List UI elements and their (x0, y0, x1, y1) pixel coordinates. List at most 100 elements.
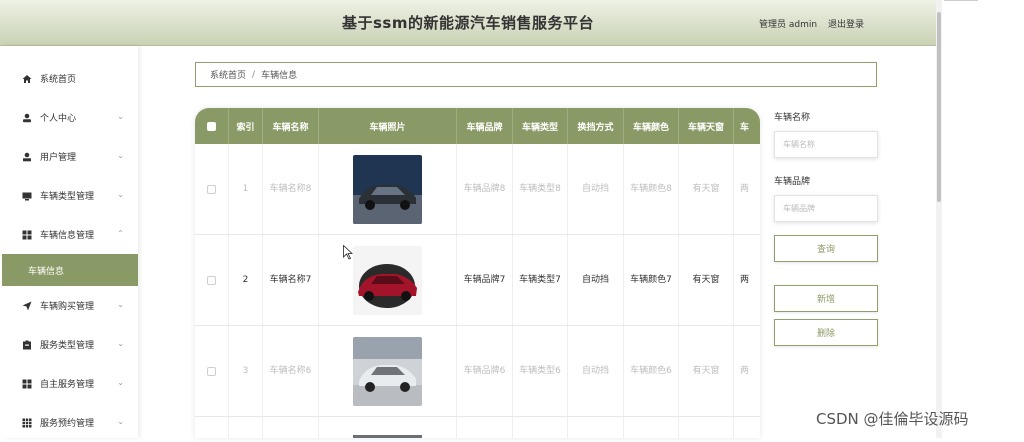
table-row[interactable]: 2 车辆名称7 车辆品牌7 车辆类型7 自动挡 车辆颜色7 有天窗 两 (195, 235, 760, 326)
extra-cell: 两 (734, 144, 760, 234)
logout-link[interactable]: 退出登录 (828, 20, 864, 30)
vehicle-photo[interactable] (353, 154, 422, 224)
table-header: 索引 车辆名称 车辆照片 车辆品牌 车辆类型 换挡方式 车辆颜色 车辆天窗 车 (195, 108, 760, 144)
sidebar-subitem-vehicle-info[interactable]: 车辆信息 (2, 254, 138, 286)
name-cell: 车辆名称6 (263, 326, 319, 416)
clipboard-icon (22, 340, 32, 350)
sidebar-item-label: 系统首页 (40, 75, 77, 85)
sidebar-item-service-type[interactable]: 服务类型管理 ⌄ (2, 325, 138, 364)
color-cell: 车辆颜色6 (624, 326, 679, 416)
query-button[interactable]: 查询 (774, 235, 878, 262)
breadcrumb-current: 车辆信息 (261, 71, 298, 81)
sidebar-item-vehicle-type[interactable]: 车辆类型管理 ⌄ (2, 176, 138, 215)
row-checkbox[interactable] (207, 275, 216, 285)
delete-button[interactable]: 删除 (774, 319, 878, 346)
color-cell: 车辆颜色8 (624, 144, 679, 234)
sidebar-item-profile[interactable]: 个人中心 ⌄ (2, 98, 138, 137)
index-cell (229, 417, 263, 438)
gear-cell: 自动挡 (568, 144, 624, 234)
breadcrumb-home[interactable]: 系统首页 (210, 68, 246, 81)
chevron-down-icon: ⌄ (117, 417, 124, 426)
photo-cell (319, 326, 457, 416)
chevron-down-icon: ⌄ (117, 378, 124, 387)
vehicle-brand-label: 车辆品牌 (774, 177, 811, 187)
sunroof-cell (679, 417, 734, 438)
chevron-down-icon: ⌄ (117, 190, 124, 199)
sidebar-item-vehicle-info[interactable]: 车辆信息管理 ⌃ (2, 215, 138, 254)
brand-cell (457, 417, 513, 438)
gear-cell (568, 417, 624, 438)
sidebar-item-label: 车辆购买管理 (40, 302, 95, 312)
select-all-checkbox[interactable] (207, 121, 216, 131)
divider (944, 0, 978, 1)
row-checkbox[interactable] (207, 366, 216, 376)
sidebar-item-home[interactable]: 系统首页 (2, 59, 138, 98)
vehicle-name-input[interactable]: 车辆名称 (774, 131, 878, 158)
breadcrumb-separator: / (252, 69, 256, 80)
chevron-down-icon: ⌄ (117, 151, 124, 160)
type-cell: 车辆类型8 (513, 144, 568, 234)
sidebar-item-label: 个人中心 (40, 114, 77, 124)
sunroof-cell: 有天窗 (679, 326, 734, 416)
color-cell: 车辆颜色7 (624, 235, 679, 325)
sidebar-item-self-service[interactable]: 自主服务管理 ⌄ (2, 364, 138, 403)
type-cell: 车辆类型6 (513, 326, 568, 416)
photo-cell (319, 417, 457, 438)
extra-cell: 两 (734, 235, 760, 325)
chevron-down-icon: ⌄ (117, 300, 124, 309)
column-header: 索引 (229, 108, 263, 144)
vehicle-table: 索引 车辆名称 车辆照片 车辆品牌 车辆类型 换挡方式 车辆颜色 车辆天窗 车 … (195, 108, 760, 438)
page-scrollbar-thumb[interactable] (937, 12, 941, 202)
column-header: 车辆照片 (319, 108, 457, 144)
sidebar: 系统首页 个人中心 ⌄ 用户管理 ⌄ 车辆类型管理 ⌄ 车辆信息管理 ⌃ 车辆信… (2, 46, 138, 438)
index-cell: 2 (229, 235, 263, 325)
column-header: 换挡方式 (568, 108, 624, 144)
vehicle-photo[interactable] (353, 336, 422, 406)
gear-cell: 自动挡 (568, 326, 624, 416)
app-header: 基于ssm的新能源汽车销售服务平台 管理员 admin 退出登录 (0, 0, 936, 46)
add-button[interactable]: 新增 (774, 285, 878, 312)
vehicle-brand-input[interactable]: 车辆品牌 (774, 195, 878, 222)
sidebar-item-label: 用户管理 (40, 153, 77, 163)
sidebar-item-label: 服务预约管理 (40, 419, 95, 429)
photo-cell (319, 235, 457, 325)
column-header: 车辆天窗 (679, 108, 734, 144)
sidebar-item-users[interactable]: 用户管理 ⌄ (2, 137, 138, 176)
grid-icon (22, 230, 32, 240)
row-checkbox[interactable] (207, 184, 216, 194)
row-select-cell (195, 326, 229, 416)
photo-cell (319, 144, 457, 234)
monitor-icon (22, 191, 32, 201)
column-header: 车 (734, 108, 760, 144)
send-icon (22, 301, 32, 311)
table-row[interactable]: 1 车辆名称8 车辆品牌8 车辆类型8 自动挡 车辆颜色8 有天窗 两 (195, 144, 760, 235)
row-select-cell (195, 235, 229, 325)
user-area: 管理员 admin 退出登录 (755, 17, 864, 30)
table-icon (22, 418, 32, 428)
sidebar-item-label: 服务类型管理 (40, 341, 95, 351)
vehicle-photo[interactable] (353, 245, 422, 315)
admin-label: 管理员 admin (759, 20, 818, 30)
table-row[interactable] (195, 417, 760, 438)
watermark: CSDN @佳倫毕设源码 (816, 410, 969, 428)
brand-cell: 车辆品牌8 (457, 144, 513, 234)
sidebar-item-vehicle-purchase[interactable]: 车辆购买管理 ⌄ (2, 286, 138, 325)
row-select-cell (195, 417, 229, 438)
name-cell: 车辆名称8 (263, 144, 319, 234)
type-cell (513, 417, 568, 438)
extra-cell: 两 (734, 326, 760, 416)
column-header: 车辆颜色 (624, 108, 679, 144)
search-panel: 车辆名称 车辆名称 车辆品牌 车辆品牌 查询 新增 删除 (774, 110, 884, 346)
mouse-cursor-icon (343, 245, 353, 260)
row-select-cell (195, 144, 229, 234)
sidebar-item-appointment[interactable]: 服务预约管理 ⌄ (2, 403, 138, 442)
home-icon (22, 74, 32, 84)
sidebar-item-label: 车辆信息管理 (40, 231, 95, 241)
brand-cell: 车辆品牌6 (457, 326, 513, 416)
select-all-cell (195, 108, 229, 144)
table-row[interactable]: 3 车辆名称6 车辆品牌6 车辆类型6 自动挡 车辆颜色6 有天窗 两 (195, 326, 760, 417)
chevron-up-icon: ⌃ (117, 229, 124, 238)
color-cell (624, 417, 679, 438)
chevron-down-icon: ⌄ (117, 339, 124, 348)
sunroof-cell: 有天窗 (679, 144, 734, 234)
